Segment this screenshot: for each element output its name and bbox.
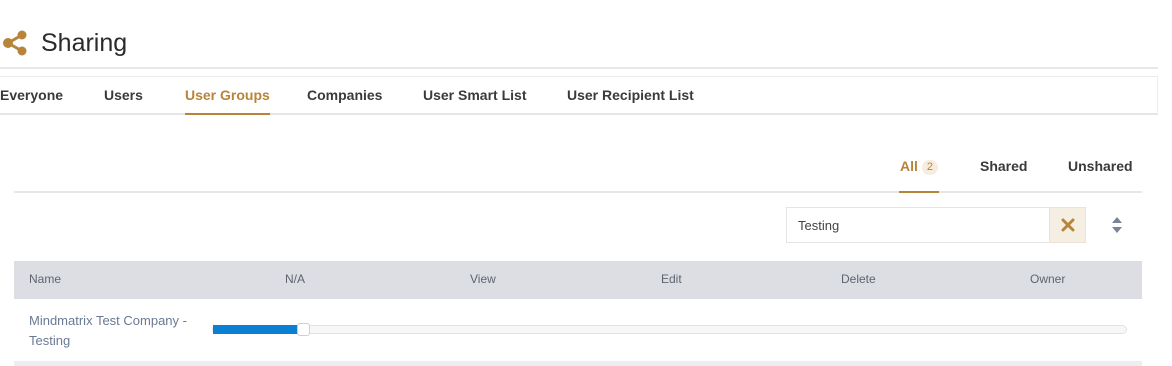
column-header-na: N/A <box>285 272 306 286</box>
filter-tab-unshared[interactable]: Unshared <box>1068 158 1133 174</box>
clear-search-button[interactable] <box>1049 207 1086 243</box>
tab-companies[interactable]: Companies <box>307 87 382 103</box>
page-title: Sharing <box>41 29 128 57</box>
column-header-edit: Edit <box>661 272 682 286</box>
tab-user-groups[interactable]: User Groups <box>185 87 270 115</box>
count-badge: 2 <box>921 160 939 175</box>
sharing-tabs: Everyone Users User Groups Companies Use… <box>0 76 1158 115</box>
filter-tab-all[interactable]: All 2 <box>898 158 940 193</box>
tab-user-smart-list[interactable]: User Smart List <box>423 87 526 103</box>
user-group-name: Mindmatrix Test Company - Testing <box>29 313 187 348</box>
permission-slider-handle[interactable] <box>297 323 310 336</box>
table-row: Mindmatrix Test Company - Testing <box>14 299 1142 361</box>
column-header-view: View <box>470 272 496 286</box>
search-input[interactable] <box>786 207 1049 243</box>
column-header-delete: Delete <box>841 272 876 286</box>
permission-slider[interactable] <box>212 323 1127 336</box>
column-header-owner: Owner <box>1030 272 1066 286</box>
page-header: Sharing <box>0 0 1172 69</box>
tab-user-recipient-list[interactable]: User Recipient List <box>567 87 694 103</box>
tab-users[interactable]: Users <box>104 87 143 103</box>
sort-icon[interactable] <box>1111 216 1123 234</box>
close-icon <box>1061 218 1074 232</box>
column-header-name: Name <box>29 272 62 286</box>
tab-everyone[interactable]: Everyone <box>0 87 63 103</box>
share-icon <box>3 30 27 56</box>
permission-slider-fill <box>213 325 304 334</box>
table-row-divider <box>14 361 1142 366</box>
header-divider <box>0 67 1158 69</box>
filter-tab-all-label: All <box>900 158 918 174</box>
table-header: Name N/A View Edit Delete Owner <box>14 261 1142 299</box>
filter-tab-shared[interactable]: Shared <box>980 158 1027 174</box>
share-filter-tabs: All 2 Shared Unshared <box>14 150 1142 193</box>
